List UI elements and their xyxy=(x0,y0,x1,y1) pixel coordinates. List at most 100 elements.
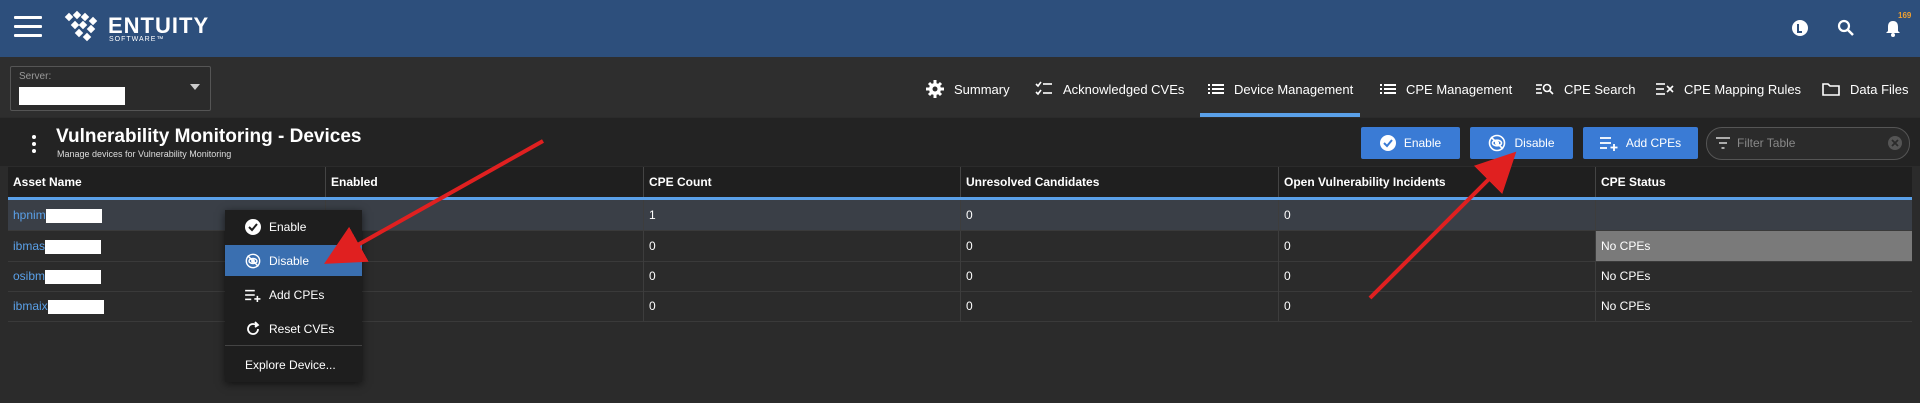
tab-label: Summary xyxy=(954,81,1010,97)
checklist-icon xyxy=(1035,81,1052,96)
column-header[interactable]: CPE Status xyxy=(1595,167,1912,197)
search-icon[interactable] xyxy=(1836,18,1856,38)
disable-button-label: Disable xyxy=(1514,136,1555,150)
filter-table-field[interactable] xyxy=(1706,127,1910,160)
user-account-icon[interactable] xyxy=(1790,18,1810,38)
filter-icon xyxy=(1716,137,1730,149)
more-options-icon[interactable] xyxy=(32,135,36,156)
disable-button[interactable]: Disable xyxy=(1470,127,1573,159)
mapping-icon xyxy=(1656,83,1674,95)
menu-item-label: Disable xyxy=(269,253,310,268)
tab-label: Data Files xyxy=(1850,81,1909,97)
enabled-cell xyxy=(325,261,643,291)
menu-item-label: Reset CVEs xyxy=(269,321,335,336)
cpe-count-cell: 0 xyxy=(643,231,960,261)
enabled-cell xyxy=(325,291,643,321)
unresolved-cell: 0 xyxy=(960,200,1278,230)
search-list-icon xyxy=(1536,83,1554,95)
menu-item-label: Enable xyxy=(269,219,307,234)
tab-cpe-management[interactable]: CPE Management xyxy=(1380,74,1512,104)
cpe-status-cell: No CPEs xyxy=(1595,261,1912,291)
gear-icon xyxy=(926,80,944,98)
add-cpes-button[interactable]: Add CPEs xyxy=(1583,127,1698,159)
context-menu-enable[interactable]: Enable xyxy=(225,211,362,242)
context-menu-explore-device[interactable]: Explore Device... xyxy=(225,349,362,380)
unresolved-cell: 0 xyxy=(960,291,1278,321)
tab-label: CPE Search xyxy=(1564,81,1636,97)
notification-bell-icon[interactable] xyxy=(1883,18,1903,38)
redacted-text xyxy=(47,299,104,314)
column-header[interactable]: Asset Name xyxy=(8,167,325,197)
column-header[interactable]: Enabled xyxy=(325,167,643,197)
page-title: Vulnerability Monitoring - Devices xyxy=(56,126,362,147)
asset-link[interactable]: hpnim xyxy=(13,208,46,222)
check-circle-icon xyxy=(1379,135,1396,151)
enabled-cell xyxy=(325,231,643,261)
notification-count-badge: 169 xyxy=(1898,11,1912,20)
tab-cpe-search[interactable]: CPE Search xyxy=(1536,74,1636,104)
cpe-count-cell: 0 xyxy=(643,261,960,291)
tab-device-management[interactable]: Device Management xyxy=(1208,74,1353,104)
asset-link[interactable]: osibm xyxy=(13,269,45,283)
server-value-redacted xyxy=(19,87,125,105)
open-incidents-cell: 0 xyxy=(1278,261,1595,291)
cpe-count-cell: 1 xyxy=(643,200,960,230)
eye-off-icon xyxy=(1489,134,1506,152)
column-header[interactable]: Open Vulnerability Incidents xyxy=(1278,167,1595,197)
cpe-count-cell: 0 xyxy=(643,291,960,321)
row-context-menu: Enable Disable Add CPEs Reset CVEs Explo… xyxy=(225,210,362,382)
open-incidents-cell: 0 xyxy=(1278,291,1595,321)
table-header: Asset Name Enabled CPE Count Unresolved … xyxy=(8,167,1912,200)
eye-off-icon xyxy=(245,253,261,268)
check-circle-icon xyxy=(245,218,261,235)
enabled-cell xyxy=(325,200,643,230)
top-navigation-bar xyxy=(0,0,1920,57)
tab-label: CPE Management xyxy=(1406,81,1513,97)
asset-link[interactable]: ibmas xyxy=(13,239,45,253)
cpe-status-cell: No CPEs xyxy=(1595,291,1912,321)
column-header[interactable]: Unresolved Candidates xyxy=(960,167,1278,197)
open-incidents-cell: 0 xyxy=(1278,200,1595,230)
menu-item-label: Add CPEs xyxy=(269,287,325,302)
redacted-text xyxy=(45,239,102,254)
context-menu-add-cpes[interactable]: Add CPEs xyxy=(225,279,362,310)
cpe-status-cell xyxy=(1595,200,1912,230)
tab-label: CPE Mapping Rules xyxy=(1684,81,1802,97)
list-icon xyxy=(1380,84,1396,94)
active-tab-indicator xyxy=(1200,113,1360,117)
redacted-text xyxy=(45,208,102,223)
tab-data-files[interactable]: Data Files xyxy=(1822,74,1909,104)
clear-icon[interactable] xyxy=(1887,135,1903,151)
unresolved-cell: 0 xyxy=(960,261,1278,291)
brand-subtitle: SOFTWARE™ xyxy=(109,36,165,43)
playlist-add-icon xyxy=(245,289,261,302)
playlist-add-icon xyxy=(1599,137,1618,151)
redacted-text xyxy=(45,269,102,284)
page-subtitle: Manage devices for Vulnerability Monitor… xyxy=(57,149,232,159)
asset-link[interactable]: ibmaix xyxy=(13,299,48,313)
tab-summary[interactable]: Summary xyxy=(926,74,1010,104)
unresolved-cell: 0 xyxy=(960,231,1278,261)
chevron-down-icon[interactable] xyxy=(190,84,200,90)
add-cpes-button-label: Add CPEs xyxy=(1625,136,1682,150)
tab-acknowledged-cves[interactable]: Acknowledged CVEs xyxy=(1035,74,1184,104)
enable-button-label: Enable xyxy=(1403,136,1442,150)
open-incidents-cell: 0 xyxy=(1278,231,1595,261)
list-icon xyxy=(1208,84,1224,94)
hamburger-menu-icon[interactable] xyxy=(14,16,42,40)
filter-input[interactable] xyxy=(1735,135,1879,151)
refresh-icon xyxy=(247,320,260,335)
cpe-status-cell: No CPEs xyxy=(1595,231,1912,261)
entuity-logo-icon xyxy=(64,10,98,42)
enable-button[interactable]: Enable xyxy=(1361,127,1460,159)
tab-cpe-mapping-rules[interactable]: CPE Mapping Rules xyxy=(1656,74,1801,104)
context-menu-disable[interactable]: Disable xyxy=(225,245,362,276)
tab-label: Device Management xyxy=(1234,81,1354,97)
folder-icon xyxy=(1822,83,1840,96)
context-menu-reset-cves[interactable]: Reset CVEs xyxy=(225,313,362,344)
server-label: Server: xyxy=(19,71,52,82)
tab-label: Acknowledged CVEs xyxy=(1063,81,1185,97)
column-header[interactable]: CPE Count xyxy=(643,167,960,197)
menu-divider xyxy=(225,345,362,346)
server-select[interactable]: Server: xyxy=(10,66,211,111)
